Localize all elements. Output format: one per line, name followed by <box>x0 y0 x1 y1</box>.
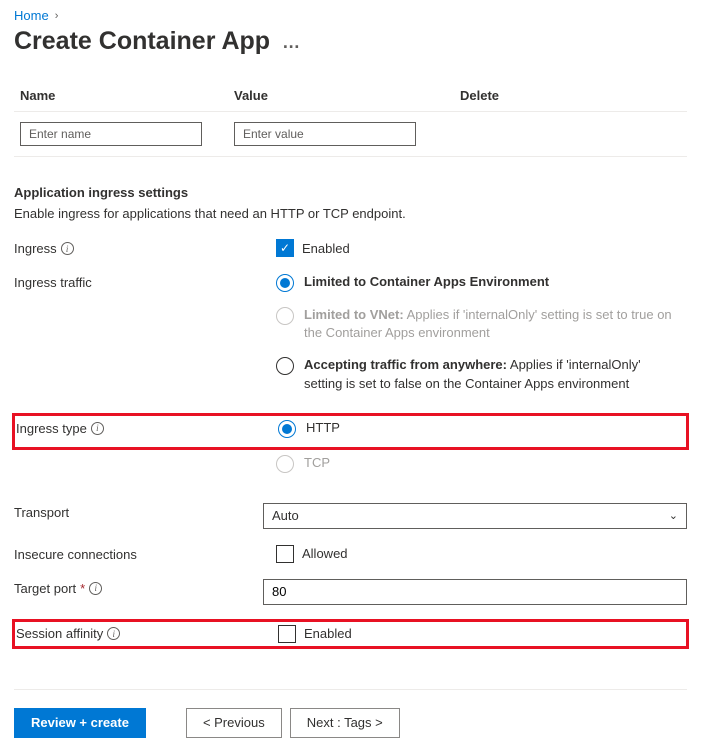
info-icon[interactable]: i <box>107 627 120 640</box>
session-affinity-checkbox[interactable]: ✓ <box>278 625 296 643</box>
traffic-limited-vnet-radio <box>276 307 294 325</box>
col-header-name: Name <box>20 88 234 103</box>
transport-selected: Auto <box>272 508 299 523</box>
info-icon[interactable]: i <box>91 422 104 435</box>
traffic-limited-env-radio[interactable] <box>276 274 294 292</box>
ingress-label: Ingress i <box>14 239 276 256</box>
session-affinity-enabled-label: Enabled <box>304 626 352 641</box>
ingress-enabled-checkbox[interactable]: ✓ <box>276 239 294 257</box>
more-actions-button[interactable]: … <box>282 33 300 51</box>
env-value-input[interactable] <box>234 122 416 146</box>
ingress-enabled-label: Enabled <box>302 241 350 256</box>
chevron-down-icon: ⌄ <box>669 509 678 522</box>
chevron-right-icon: › <box>55 10 59 22</box>
info-icon[interactable]: i <box>89 582 102 595</box>
review-create-button[interactable]: Review + create <box>14 708 146 738</box>
ingress-type-http-label: HTTP <box>306 419 346 437</box>
traffic-limited-env-label: Limited to Container Apps Environment <box>304 273 555 291</box>
breadcrumb-home[interactable]: Home <box>14 8 49 23</box>
insecure-label: Insecure connections <box>14 545 276 562</box>
env-table-header: Name Value Delete <box>14 80 687 112</box>
ingress-type-tcp-label: TCP <box>304 454 336 472</box>
traffic-limited-vnet-label: Limited to VNet: Applies if 'internalOnl… <box>304 306 687 342</box>
next-button[interactable]: Next : Tags > <box>290 708 400 738</box>
info-icon[interactable]: i <box>61 242 74 255</box>
insecure-allowed-checkbox[interactable]: ✓ <box>276 545 294 563</box>
ingress-type-http-radio[interactable] <box>278 420 296 438</box>
ingress-traffic-label: Ingress traffic <box>14 273 276 290</box>
col-header-value: Value <box>234 88 460 103</box>
page-title: Create Container App … <box>14 27 687 56</box>
breadcrumb: Home › <box>14 8 687 23</box>
target-port-label: Target port * i <box>14 579 263 596</box>
section-title: Application ingress settings <box>14 185 687 200</box>
traffic-anywhere-radio[interactable] <box>276 357 294 375</box>
wizard-footer: Review + create < Previous Next : Tags > <box>14 689 687 738</box>
transport-select[interactable]: Auto ⌄ <box>263 503 687 529</box>
previous-button[interactable]: < Previous <box>186 708 282 738</box>
target-port-input[interactable] <box>272 584 678 599</box>
env-name-input[interactable] <box>20 122 202 146</box>
ingress-type-tcp-radio <box>276 455 294 473</box>
ingress-type-label: Ingress type i <box>16 419 278 436</box>
env-table-row <box>14 112 687 157</box>
session-affinity-label: Session affinity i <box>16 626 278 641</box>
col-header-delete: Delete <box>460 88 681 103</box>
transport-label: Transport <box>14 503 263 520</box>
traffic-anywhere-label: Accepting traffic from anywhere: Applies… <box>304 356 687 392</box>
insecure-allowed-label: Allowed <box>302 546 348 561</box>
section-subtitle: Enable ingress for applications that nee… <box>14 206 687 221</box>
